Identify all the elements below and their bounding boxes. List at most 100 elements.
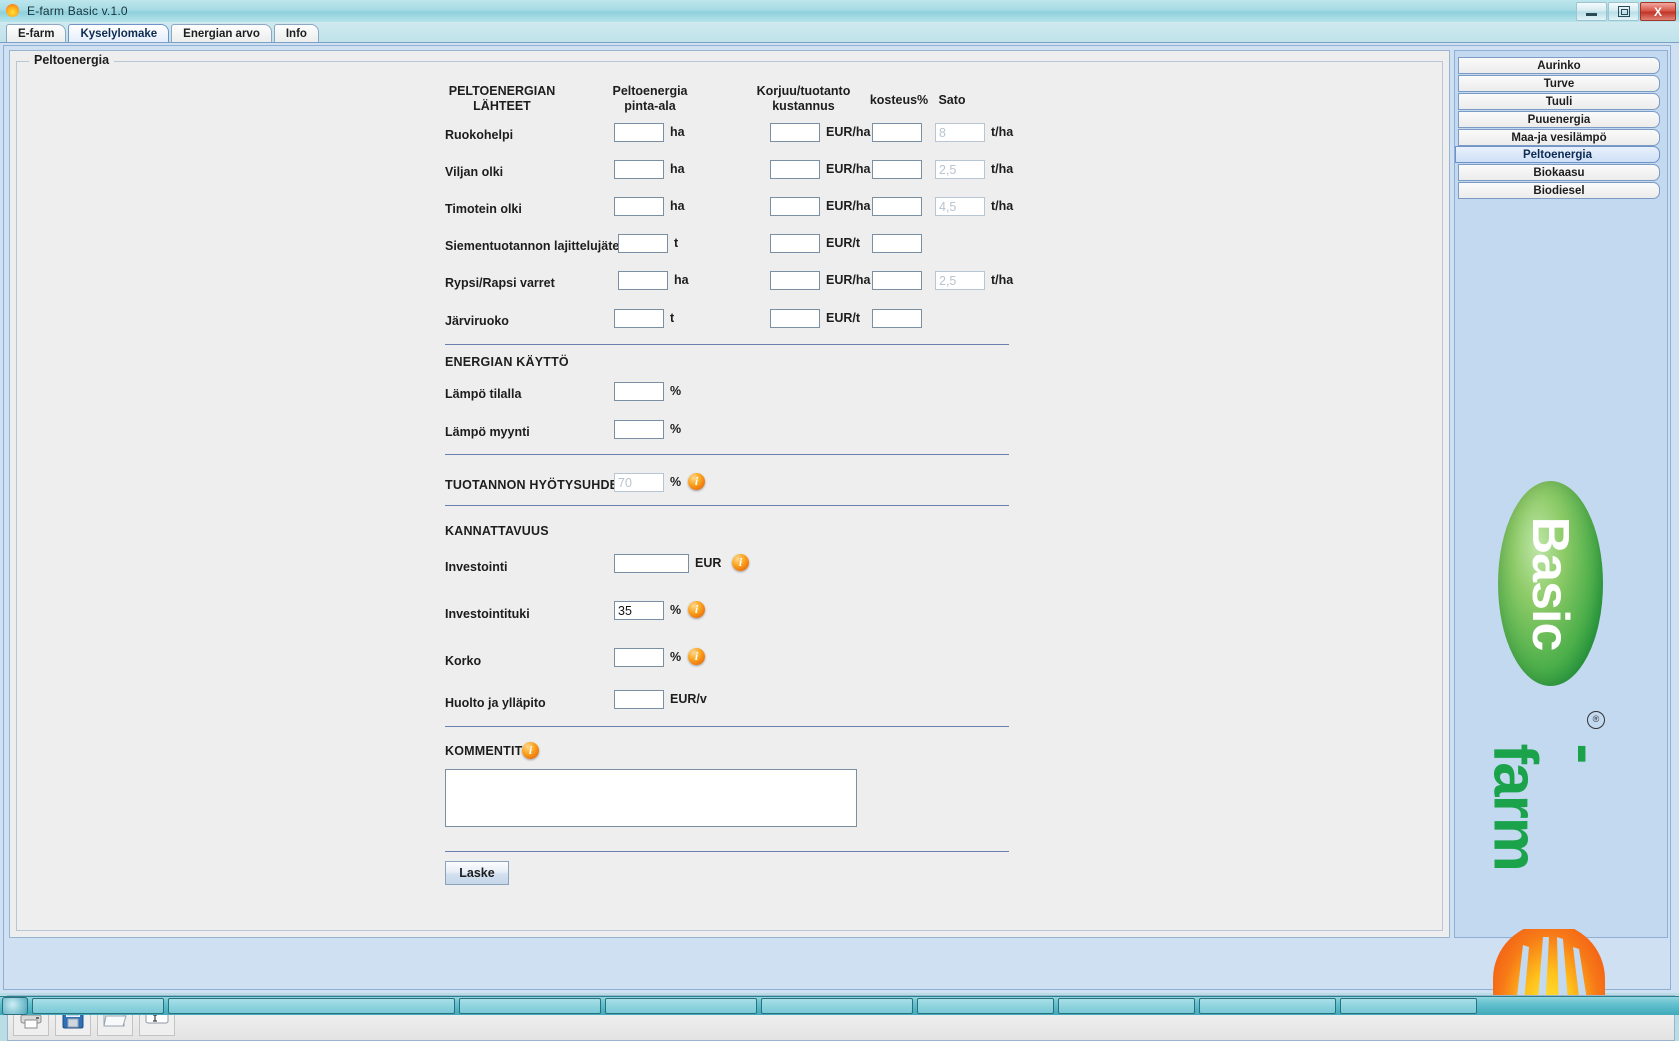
tab-e-farm[interactable]: E-farm xyxy=(6,24,67,42)
korko-input[interactable] xyxy=(614,648,664,667)
yield-unit-timotein-olki: t/ha xyxy=(991,199,1014,213)
area-unit-ruokohelpi: ha xyxy=(670,125,685,139)
sidebar-item-aurinko[interactable]: Aurinko xyxy=(1458,57,1660,74)
info-icon-hyotysuhde[interactable]: i xyxy=(688,473,705,490)
lampo-myynti-unit: % xyxy=(670,422,682,436)
area-unit-rypsi-rapsi: ha xyxy=(674,273,689,287)
huolto-yllapito-input[interactable] xyxy=(614,690,664,709)
sidebar-item-turve[interactable]: Turve xyxy=(1458,75,1660,92)
sidebar-item-peltoenergia[interactable]: Peltoenergia xyxy=(1455,146,1660,163)
lampo-tilalla-input[interactable] xyxy=(614,382,664,401)
lampo-myynti-input[interactable] xyxy=(614,420,664,439)
header-yield: Sato xyxy=(938,93,966,107)
taskbar-item[interactable] xyxy=(1058,998,1195,1014)
taskbar-item[interactable] xyxy=(917,998,1054,1014)
taskbar-item[interactable] xyxy=(1199,998,1336,1014)
area-unit-siementuotannon: t xyxy=(674,236,679,250)
row-label-investointituki: Investointituki xyxy=(445,607,530,621)
window-controls: X xyxy=(1576,2,1676,21)
section-kommentit: KOMMENTIT xyxy=(445,744,523,758)
taskbar-item[interactable] xyxy=(459,998,601,1014)
header-cost: Korjuu/tuotanto kustannus xyxy=(756,84,851,113)
taskbar-item[interactable] xyxy=(32,998,164,1014)
moisture-input-viljan-olki[interactable] xyxy=(872,160,922,179)
area-input-ruokohelpi[interactable] xyxy=(614,123,664,142)
taskbar-item[interactable] xyxy=(761,998,913,1014)
row-label-korko: Korko xyxy=(445,654,482,668)
row-label-siementuotannon: Siementuotannon lajittelujäte xyxy=(445,239,620,253)
area-input-viljan-olki[interactable] xyxy=(614,160,664,179)
sidebar-item-biokaasu[interactable]: Biokaasu xyxy=(1458,164,1660,181)
window-body: Peltoenergia PELTOENERGIAN LÄHTEET Pelto… xyxy=(0,42,1679,1041)
cost-input-rypsi-rapsi[interactable] xyxy=(770,271,820,290)
row-label-rypsi-rapsi: Rypsi/Rapsi varret xyxy=(445,276,555,290)
cost-input-timotein-olki[interactable] xyxy=(770,197,820,216)
area-input-jarviruoko[interactable] xyxy=(614,309,664,328)
tab-energian-arvo[interactable]: Energian arvo xyxy=(171,24,272,42)
area-unit-jarviruoko: t xyxy=(670,311,675,325)
restore-button[interactable] xyxy=(1608,2,1639,21)
divider-4 xyxy=(445,726,1009,727)
start-button[interactable] xyxy=(2,997,28,1015)
tab-info[interactable]: Info xyxy=(273,24,319,42)
main-tab-strip: E-farm Kyselylomake Energian arvo Info xyxy=(0,22,1679,42)
close-button[interactable]: X xyxy=(1640,2,1676,21)
cost-unit-timotein-olki: EUR/ha xyxy=(826,199,871,213)
cost-unit-rypsi-rapsi: EUR/ha xyxy=(826,273,871,287)
cost-unit-ruokohelpi: EUR/ha xyxy=(826,125,871,139)
yield-input-ruokohelpi[interactable] xyxy=(935,123,985,142)
info-icon-kommentit[interactable]: i xyxy=(522,742,539,759)
application-window: E-farm Basic v.1.0 X E-farm Kyselylomake… xyxy=(0,0,1679,1041)
investointi-input[interactable] xyxy=(614,554,689,573)
row-label-huolto-yllapito: Huolto ja ylläpito xyxy=(445,696,546,710)
outer-pane: Peltoenergia PELTOENERGIAN LÄHTEET Pelto… xyxy=(3,45,1675,1041)
comments-textarea[interactable] xyxy=(445,769,857,827)
header-moisture: kosteus% xyxy=(869,93,929,107)
sidebar-item-maa-ja-vesilampo[interactable]: Maa-ja vesilämpö xyxy=(1458,129,1660,146)
taskbar-item[interactable] xyxy=(168,998,455,1014)
cost-unit-siementuotannon: EUR/t xyxy=(826,236,861,250)
minimize-button[interactable] xyxy=(1576,2,1607,21)
cost-input-ruokohelpi[interactable] xyxy=(770,123,820,142)
moisture-input-rypsi-rapsi[interactable] xyxy=(872,271,922,290)
yield-input-viljan-olki[interactable] xyxy=(935,160,985,179)
area-unit-timotein-olki: ha xyxy=(670,199,685,213)
investointi-unit: EUR xyxy=(695,556,722,570)
yield-unit-rypsi-rapsi: t/ha xyxy=(991,273,1014,287)
investointituki-input[interactable] xyxy=(614,601,664,620)
yield-unit-ruokohelpi: t/ha xyxy=(991,125,1014,139)
info-icon-korko[interactable]: i xyxy=(688,648,705,665)
taskbar-item[interactable] xyxy=(1340,998,1477,1014)
yield-input-rypsi-rapsi[interactable] xyxy=(935,271,985,290)
moisture-input-siementuotannon[interactable] xyxy=(872,234,922,253)
section-kannattavuus: KANNATTAVUUS xyxy=(445,524,549,538)
area-input-rypsi-rapsi[interactable] xyxy=(618,271,668,290)
moisture-input-jarviruoko[interactable] xyxy=(872,309,922,328)
taskbar-item[interactable] xyxy=(605,998,757,1014)
window-title: E-farm Basic v.1.0 xyxy=(27,4,128,18)
sidebar-item-tuuli[interactable]: Tuuli xyxy=(1458,93,1660,110)
cost-input-viljan-olki[interactable] xyxy=(770,160,820,179)
cost-input-siementuotannon[interactable] xyxy=(770,234,820,253)
info-icon-investointi[interactable]: i xyxy=(732,554,749,571)
header-area: Peltoenergia pinta-ala xyxy=(612,84,688,113)
lampo-tilalla-unit: % xyxy=(670,384,682,398)
tuotannon-hyotysuhde-input[interactable] xyxy=(614,473,664,492)
yield-unit-viljan-olki: t/ha xyxy=(991,162,1014,176)
area-input-siementuotannon[interactable] xyxy=(618,234,668,253)
sidebar-item-biodiesel[interactable]: Biodiesel xyxy=(1458,182,1660,199)
title-bar: E-farm Basic v.1.0 X xyxy=(0,0,1679,23)
sidebar-item-puuenergia[interactable]: Puuenergia xyxy=(1458,111,1660,128)
area-input-timotein-olki[interactable] xyxy=(614,197,664,216)
logo-farm-text: -farm xyxy=(1480,743,1621,870)
cost-input-jarviruoko[interactable] xyxy=(770,309,820,328)
yield-input-timotein-olki[interactable] xyxy=(935,197,985,216)
tab-kyselylomake[interactable]: Kyselylomake xyxy=(68,24,170,42)
laske-button[interactable]: Laske xyxy=(445,861,509,885)
moisture-input-timotein-olki[interactable] xyxy=(872,197,922,216)
row-label-lampo-myynti: Lämpö myynti xyxy=(445,425,530,439)
info-icon-investointituki[interactable]: i xyxy=(688,601,705,618)
content-card: Peltoenergia PELTOENERGIAN LÄHTEET Pelto… xyxy=(9,50,1450,938)
moisture-input-ruokohelpi[interactable] xyxy=(872,123,922,142)
row-label-investointi: Investointi xyxy=(445,560,508,574)
